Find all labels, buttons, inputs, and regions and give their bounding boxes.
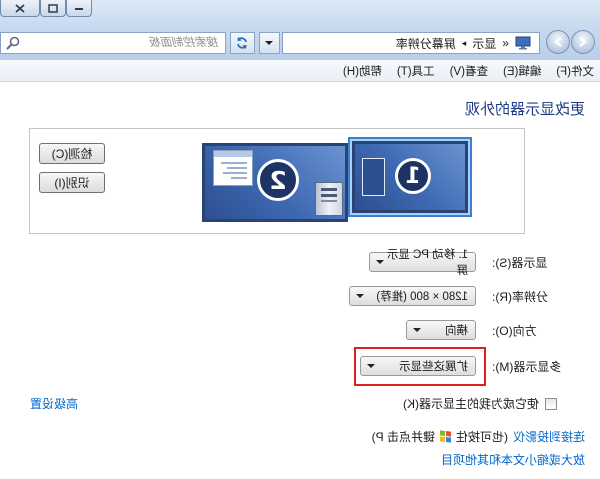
desktop-icons-icon [362,158,385,196]
monitor-number: 1 [405,163,421,189]
menu-tools[interactable]: 工具(T) [397,63,435,79]
breadcrumb-separator[interactable]: ▸ [462,38,467,49]
menu-edit[interactable]: 编辑(E) [503,63,541,79]
dropdown-arrow-icon [413,328,421,332]
page-title: 更改显示器的外观 [464,101,585,118]
menu-help[interactable]: 帮助(H) [343,63,382,79]
maximize-button[interactable] [40,0,66,17]
address-bar[interactable]: « 显示 ▸ 屏幕分辨率 [282,32,540,54]
window-icon [213,150,253,186]
primary-display-label[interactable]: 使它成为我的主显示器(K) [403,395,539,412]
advanced-settings-link[interactable]: 高级设置 [30,395,78,412]
monitor-2-preview[interactable]: 2 [202,143,348,222]
resolution-row: 分辨率(R): 1280 × 800 (推荐) [349,286,600,306]
forward-button[interactable] [546,30,570,54]
monitor-number-badge: 2 [257,159,299,201]
primary-display-checkbox[interactable] [545,397,557,410]
text-size-link[interactable]: 放大或缩小文本和其他项目 [441,451,585,468]
multiple-displays-label: 多显示器(M): [492,359,562,374]
maximize-icon [48,3,58,13]
orientation-row: 方向(O): 横向 [406,320,600,340]
minimize-icon [75,8,83,10]
monitor-number-badge: 1 [395,158,431,194]
detect-button-label: 检测(C) [51,147,93,161]
resolution-select[interactable]: 1280 × 800 (推荐) [349,286,476,306]
display-label: 显示器(S): [492,255,548,270]
display-row: 显示器(S): 1. 移动 PC 显示屏 [369,249,600,277]
refresh-icon [237,37,248,49]
close-button[interactable] [0,0,40,17]
search-box[interactable] [0,32,226,54]
identify-button[interactable]: 识别(I) [39,172,105,193]
chevron-down-icon [265,41,274,45]
back-button[interactable] [571,30,595,54]
display-control-panel-icon [515,36,531,50]
forward-arrow-icon [554,37,562,47]
projector-hint-suffix: 键并点击 P) [371,430,435,444]
menu-bar: 文件(F) 编辑(E) 查看(V) 工具(T) 帮助(H) [0,60,600,82]
orientation-label: 方向(O): [492,323,537,338]
breadcrumb-screen-resolution[interactable]: 屏幕分辨率 [396,35,456,52]
address-history-dropdown[interactable] [259,32,280,54]
minimize-button[interactable] [66,0,92,17]
orientation-select[interactable]: 横向 [406,320,476,340]
breadcrumb-display[interactable]: 显示 [472,35,496,52]
resolution-select-value: 1280 × 800 (推荐) [376,291,468,303]
screen-resolution-window: « 显示 ▸ 屏幕分辨率 文件(F) 编辑(E) 查看(V) 工具(T) 帮助(… [0,0,600,479]
dropdown-arrow-icon [356,294,364,298]
close-icon [15,3,25,13]
identify-button-label: 识别(I) [54,176,90,190]
monitor-number: 2 [269,165,287,195]
highlight-box [354,347,486,386]
refresh-button[interactable] [230,32,255,54]
back-arrow-icon [579,37,587,47]
display-select[interactable]: 1. 移动 PC 显示屏 [369,249,476,277]
search-input[interactable] [21,34,225,52]
address-overflow-chevron[interactable]: « [502,36,509,50]
primary-display-option: 使它成为我的主显示器(K) [403,395,557,412]
monitor-1-preview[interactable]: 1 [352,141,468,213]
resolution-label: 分辨率(R): [492,289,548,304]
menu-file[interactable]: 文件(F) [556,63,594,79]
windows-logo-icon [439,430,451,443]
search-icon[interactable] [5,35,21,51]
computer-tower-icon [315,182,343,216]
menu-view[interactable]: 查看(V) [450,63,488,79]
orientation-select-value: 横向 [445,325,468,337]
dropdown-arrow-icon [376,260,384,264]
projector-hint-prefix: (也可按住 [455,430,508,444]
connect-projector-link[interactable]: 连接到投影仪 [513,428,585,445]
projector-link-row: 连接到投影仪 (也可按住 键并点击 P) [372,428,585,445]
detect-button[interactable]: 检测(C) [39,143,105,164]
display-select-value: 1. 移动 PC 显示屏 [386,249,468,277]
